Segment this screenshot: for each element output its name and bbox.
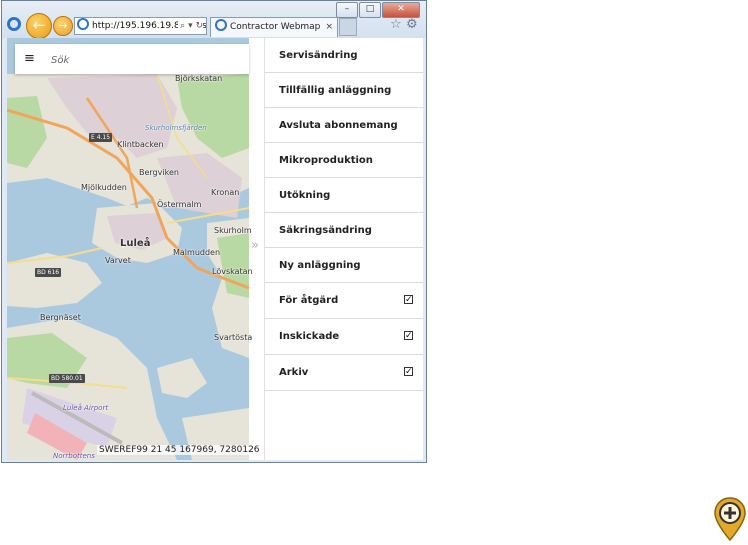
- hamburger-menu-icon[interactable]: ≡: [24, 52, 35, 65]
- tab-close-icon[interactable]: ×: [325, 18, 333, 37]
- close-window-button[interactable]: ✕: [382, 2, 420, 18]
- menu-item-label: Tillfällig anläggning: [279, 85, 392, 96]
- tab-favicon-icon: [215, 19, 227, 31]
- back-button[interactable]: ←: [26, 13, 52, 39]
- side-menu: Servisändring Tillfällig anläggning Avsl…: [264, 38, 423, 460]
- page-viewport: Björkskatan Skurholmsfjärden Klintbacken…: [7, 38, 423, 460]
- browser-toolbar: – □ ✕ ← → http://195.196.19.81/bios ⌕ ▾ …: [2, 1, 426, 39]
- coordinate-readout: SWEREF99 21 45 167969, 7280126: [97, 445, 262, 455]
- map-label-bergnaset: Bergnäset: [40, 313, 81, 322]
- address-controls[interactable]: ⌕ ▾ ↻: [178, 18, 203, 34]
- filter-inskickade[interactable]: Inskickade ✓: [265, 319, 423, 355]
- filter-label: Inskickade: [279, 331, 340, 342]
- menu-item-sakringsandring[interactable]: Säkringsändring: [265, 213, 423, 248]
- filter-arkiv[interactable]: Arkiv ✓: [265, 355, 423, 391]
- minimize-button[interactable]: –: [336, 2, 358, 18]
- road-badge-e415: E 4.15: [89, 133, 113, 142]
- forward-button[interactable]: →: [53, 16, 73, 36]
- new-tab-button[interactable]: [339, 18, 357, 36]
- menu-item-utokning[interactable]: Utökning: [265, 178, 423, 213]
- filter-checkbox-arkiv[interactable]: ✓: [404, 367, 413, 377]
- map-search-bar: ≡: [15, 44, 249, 74]
- menu-item-label: Mikroproduktion: [279, 155, 373, 166]
- address-bar[interactable]: http://195.196.19.81/bios ⌕ ▾ ↻: [74, 17, 207, 35]
- menu-item-label: Utökning: [279, 190, 331, 201]
- page-favicon-icon: [77, 18, 89, 30]
- map-label-varvet: Varvet: [105, 256, 131, 265]
- map-label-bergviken: Bergviken: [139, 168, 179, 177]
- menu-item-label: Ny anläggning: [279, 260, 361, 271]
- map-label-mjolkudden: Mjölkudden: [81, 183, 127, 192]
- filter-for-atgard[interactable]: För åtgärd ✓: [265, 283, 423, 319]
- filter-label: Arkiv: [279, 367, 309, 378]
- tab-title: Contractor Webmap: [230, 22, 321, 32]
- map-label-lulea-airport: Luleå Airport: [63, 404, 109, 412]
- map-label-kronan: Kronan: [211, 188, 240, 197]
- map-label-norrbottens: Norrbottens: [53, 452, 95, 460]
- menu-item-tillfallig-anlaggning[interactable]: Tillfällig anläggning: [265, 73, 423, 108]
- search-input[interactable]: [49, 48, 243, 72]
- map-label-malmudden: Malmudden: [173, 248, 221, 257]
- menu-item-mikroproduktion[interactable]: Mikroproduktion: [265, 143, 423, 178]
- map-label-bjorkskatan: Björkskatan: [175, 74, 223, 83]
- browser-window: – □ ✕ ← → http://195.196.19.81/bios ⌕ ▾ …: [1, 0, 427, 463]
- menu-item-avsluta-abonnemang[interactable]: Avsluta abonnemang: [265, 108, 423, 143]
- browser-logo-icon: [7, 17, 21, 31]
- map-label-svartosta: Svartöstа: [214, 333, 253, 342]
- menu-item-ny-anlaggning[interactable]: Ny anläggning: [265, 248, 423, 283]
- map-label-lovskatan: Lövskatan: [212, 267, 253, 276]
- filter-checkbox-inskickade[interactable]: ✓: [404, 331, 413, 341]
- menu-item-servisandring[interactable]: Servisändring: [265, 38, 423, 73]
- tab-contractor-webmap[interactable]: Contractor Webmap ×: [210, 17, 338, 37]
- map-label-ostermalm: Östermalm: [157, 200, 202, 209]
- filter-label: För åtgärd: [279, 295, 339, 306]
- window-controls: – □ ✕: [335, 2, 420, 18]
- menu-item-label: Servisändring: [279, 50, 358, 61]
- settings-gear-icon[interactable]: ⚙: [406, 17, 418, 32]
- map-pin-plus-icon[interactable]: [713, 496, 747, 542]
- menu-item-label: Säkringsändring: [279, 225, 372, 236]
- road-badge-bd616: BD 616: [35, 268, 62, 277]
- maximize-button[interactable]: □: [359, 2, 381, 18]
- road-badge-bd58001: BD 580.01: [49, 374, 85, 383]
- map-canvas[interactable]: Björkskatan Skurholmsfjärden Klintbacken…: [7, 38, 262, 460]
- map-label-klintbacken: Klintbacken: [117, 140, 164, 149]
- favorites-star-icon[interactable]: ☆: [390, 17, 402, 32]
- map-label-lulea: Luleå: [120, 238, 151, 249]
- filter-checkbox-for-atgard[interactable]: ✓: [404, 295, 413, 305]
- panel-collapse-icon[interactable]: »: [251, 238, 259, 253]
- map-label-water: Skurholmsfjärden: [145, 124, 207, 132]
- map-label-skurholm: Skurholm: [214, 226, 252, 235]
- menu-item-label: Avsluta abonnemang: [279, 120, 398, 131]
